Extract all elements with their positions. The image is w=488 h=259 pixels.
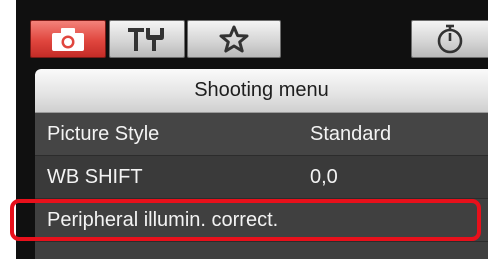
menu-title: Shooting menu (35, 69, 488, 113)
menu-item-value: Standard (310, 122, 392, 145)
menu-item-wb-shift[interactable]: WB SHIFT 0,0 (35, 156, 488, 199)
menu-item-picture-style[interactable]: Picture Style Standard (35, 113, 488, 156)
tab-my-menu[interactable] (187, 20, 281, 58)
camera-icon (50, 26, 86, 52)
menu-item-peripheral-illumination[interactable]: Peripheral illumin. correct. (35, 199, 488, 242)
tab-timer[interactable] (411, 20, 488, 58)
menu-item-value: 0,0 (310, 165, 338, 188)
star-icon (218, 25, 250, 53)
menu-item-label: Picture Style (47, 122, 160, 145)
menu-panel: Shooting menu Picture Style Standard WB … (35, 69, 488, 259)
tab-tools[interactable] (109, 20, 185, 58)
tab-shooting[interactable] (30, 20, 106, 58)
tools-icon (125, 25, 169, 53)
menu-item-label: Peripheral illumin. correct. (47, 208, 279, 231)
stopwatch-icon (434, 23, 466, 55)
menu-item-label: WB SHIFT (47, 165, 143, 188)
camera-settings-window: Shooting menu Picture Style Standard WB … (16, 0, 488, 259)
